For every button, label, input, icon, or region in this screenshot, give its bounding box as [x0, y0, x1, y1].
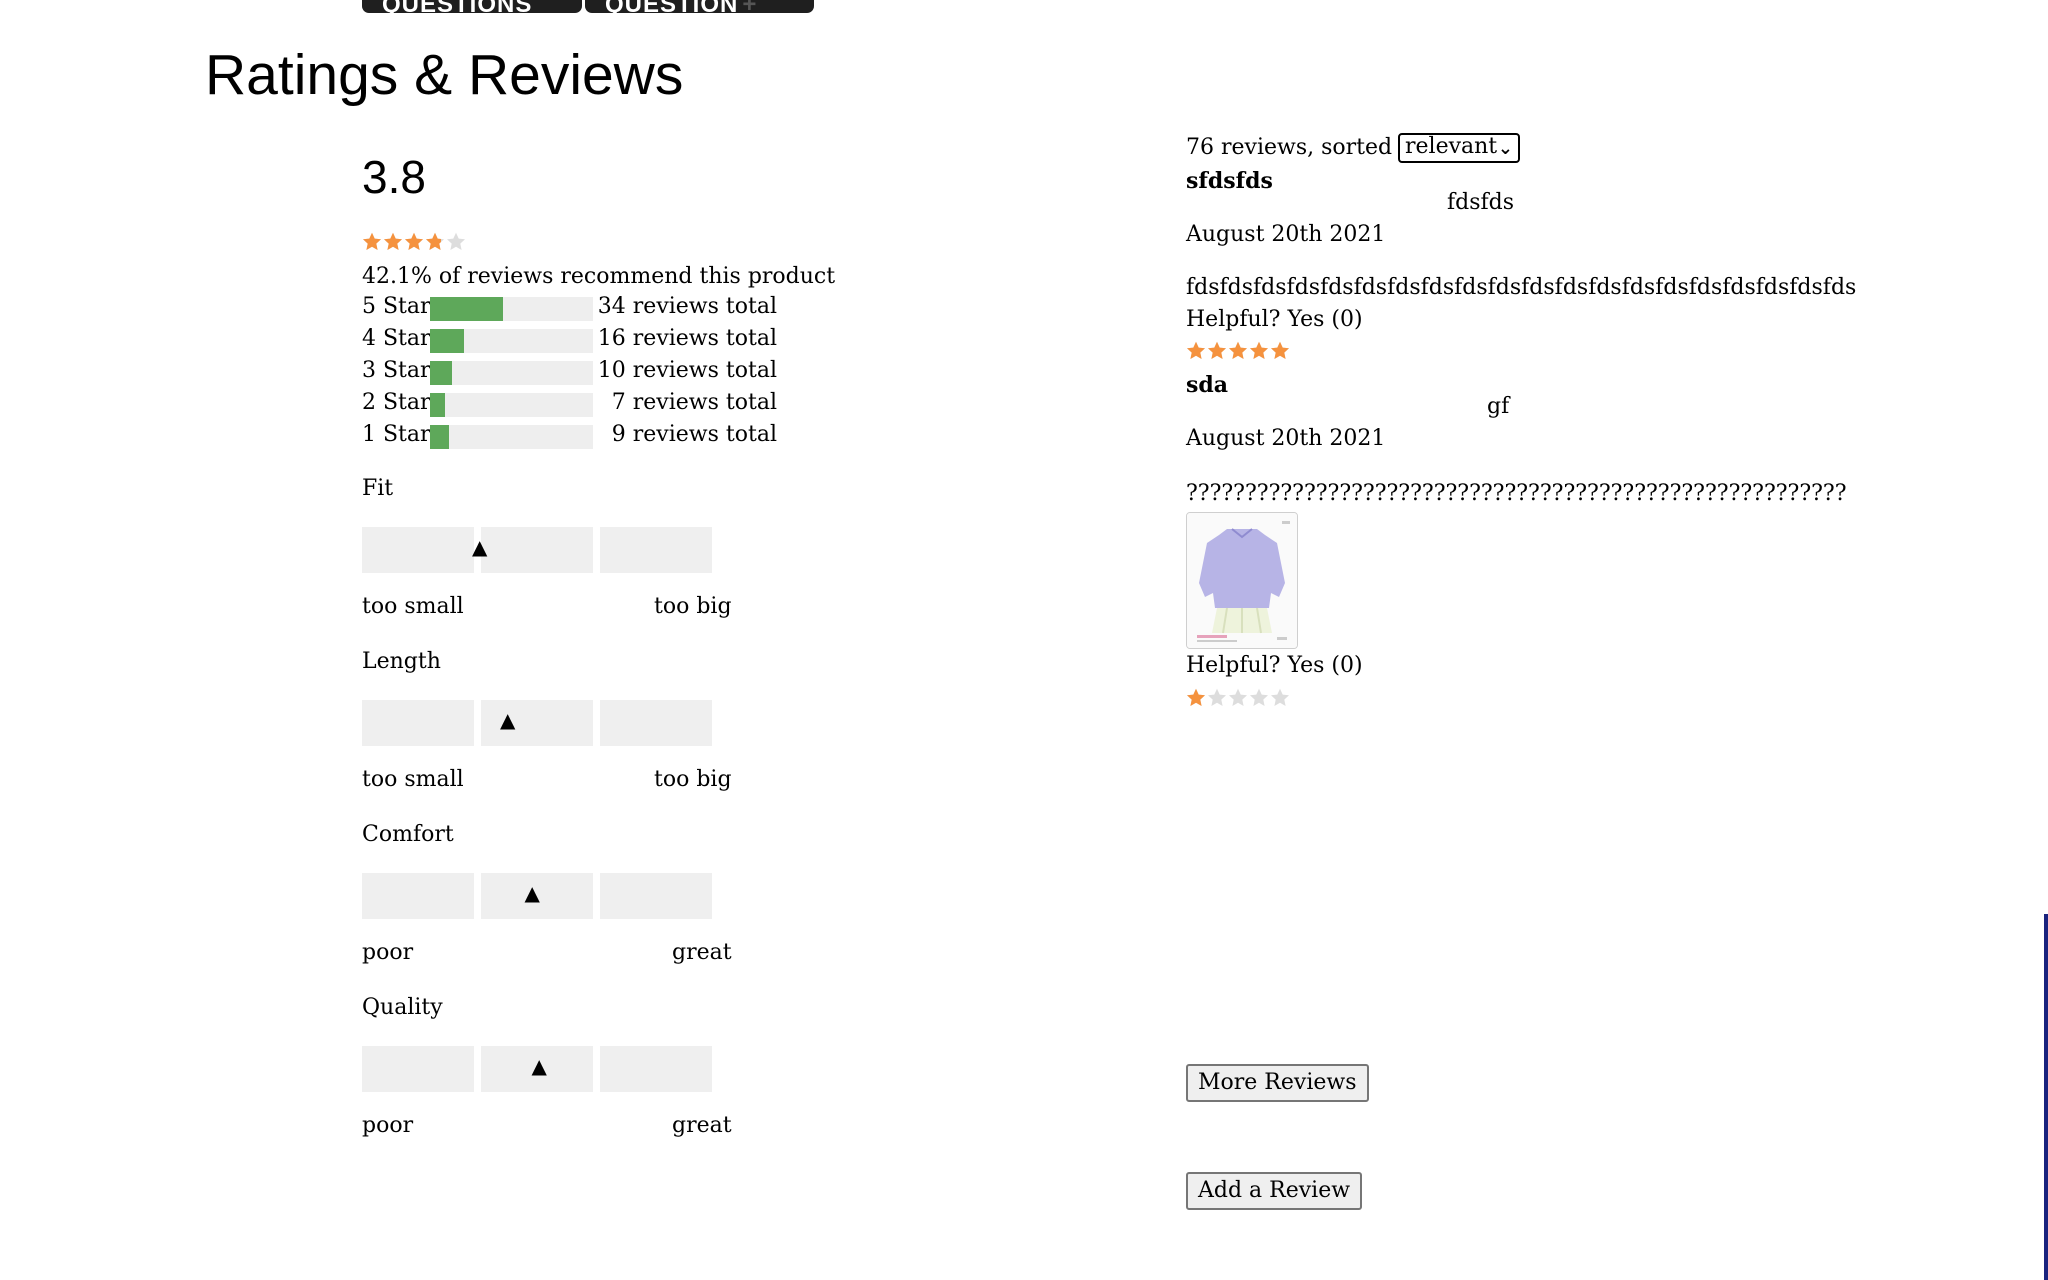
rating-breakdown-row[interactable]: 4 Stars 16 reviews total [362, 326, 777, 353]
triangle-marker-icon: ▲ [531, 1054, 547, 1078]
rating-breakdown-row[interactable]: 1 Stars 9 reviews total [362, 422, 777, 449]
review-stars [1186, 688, 1290, 708]
breakdown-bar-fill [430, 361, 452, 385]
star-icon [446, 232, 466, 252]
scale-segment [362, 1046, 474, 1092]
reviews-count: 76 reviews, sorted by [1186, 135, 1426, 160]
breakdown-bar [430, 393, 593, 417]
characteristic-low-label: poor [362, 940, 414, 965]
characteristic-low-label: too small [362, 594, 464, 619]
breakdown-total: 10 reviews total [597, 358, 777, 383]
scale-segment [600, 527, 712, 573]
scale-segment [362, 527, 474, 573]
add-review-button[interactable]: Add a Review [1186, 1172, 1363, 1210]
characteristic-high-label: great [672, 940, 732, 965]
scale-segment [362, 700, 474, 746]
star-icon [1270, 688, 1290, 708]
review-body: fdsfdsfdsfdsfdsfdsfdsfdsfdsfdsfdsfdsfdsf… [1186, 275, 1857, 300]
add-question-button[interactable]: QUESTION + [585, 0, 814, 13]
section-title: Ratings & Reviews [205, 43, 684, 107]
recommend-text: 42.1% of reviews recommend this product [362, 264, 836, 289]
characteristic-scale: ▲ [362, 1046, 712, 1092]
breakdown-total: 34 reviews total [597, 294, 777, 319]
review-body: ????????????????????????????????????????… [1186, 481, 1847, 506]
sort-select[interactable]: relevant ⌄ [1398, 133, 1520, 163]
breakdown-total: 7 reviews total [611, 390, 777, 415]
characteristic-high-label: too big [654, 594, 732, 619]
jacket-photo [1187, 513, 1297, 648]
questions-button-label: QUESTIONS [382, 0, 532, 13]
star-icon [383, 232, 403, 252]
questions-button[interactable]: QUESTIONS [362, 0, 582, 13]
triangle-marker-icon: ▲ [524, 881, 540, 905]
review-helpful[interactable]: Helpful? Yes (0) [1186, 307, 1363, 333]
review-username: gf [1487, 394, 1510, 419]
breakdown-bar-fill [430, 393, 445, 417]
breakdown-bar [430, 297, 593, 321]
characteristic-label: Length [362, 649, 441, 674]
breakdown-bar-fill [430, 329, 465, 353]
breakdown-bar-fill [430, 425, 450, 449]
breakdown-bar [430, 329, 593, 353]
star-icon [1249, 688, 1269, 708]
star-icon [425, 232, 445, 252]
rating-breakdown-row[interactable]: 3 Stars 10 reviews total [362, 358, 777, 385]
average-stars [362, 232, 466, 252]
scale-segment [600, 873, 712, 919]
breakdown-total: 9 reviews total [611, 422, 777, 447]
breakdown-bar [430, 425, 593, 449]
average-rating: 3.8 [362, 151, 426, 203]
characteristic-high-label: great [672, 1113, 732, 1138]
review-username: fdsfds [1447, 190, 1515, 215]
scale-segment [362, 873, 474, 919]
scrollbar-edge [2044, 914, 2048, 1280]
characteristic-scale: ▲ [362, 527, 712, 573]
star-icon [1270, 341, 1290, 361]
characteristic-label: Comfort [362, 822, 454, 847]
star-icon [404, 232, 424, 252]
triangle-marker-icon: ▲ [500, 708, 516, 732]
review-stars [1186, 341, 1290, 361]
star-icon [1186, 688, 1206, 708]
add-question-button-label: QUESTION [605, 0, 738, 13]
scale-segment [600, 1046, 712, 1092]
breakdown-bar-fill [430, 297, 503, 321]
scale-segment [600, 700, 712, 746]
review-date: August 20th 2021 [1186, 222, 1386, 247]
characteristic-high-label: too big [654, 767, 732, 792]
rating-breakdown-row[interactable]: 5 Stars 34 reviews total [362, 294, 777, 321]
characteristic-label: Quality [362, 995, 443, 1020]
review-photo-thumbnail[interactable] [1186, 512, 1298, 649]
star-icon [1249, 341, 1269, 361]
triangle-marker-icon: ▲ [472, 535, 488, 559]
star-icon [1228, 688, 1248, 708]
breakdown-total: 16 reviews total [597, 326, 777, 351]
scale-segment [481, 700, 593, 746]
characteristic-scale: ▲ [362, 700, 712, 746]
star-icon [1207, 688, 1227, 708]
characteristic-scale: ▲ [362, 873, 712, 919]
more-reviews-button[interactable]: More Reviews [1186, 1064, 1369, 1102]
review-summary: sda [1186, 372, 1229, 398]
scale-segment [481, 527, 593, 573]
star-icon [1228, 341, 1248, 361]
sort-selected-value: relevant [1405, 134, 1498, 159]
review-date: August 20th 2021 [1186, 426, 1386, 451]
breakdown-bar [430, 361, 593, 385]
star-icon [1207, 341, 1227, 361]
rating-breakdown-row[interactable]: 2 Stars 7 reviews total [362, 390, 777, 417]
review-helpful[interactable]: Helpful? Yes (0) [1186, 653, 1363, 679]
star-icon [1186, 341, 1206, 361]
star-icon [362, 232, 382, 252]
characteristic-low-label: poor [362, 1113, 414, 1138]
characteristic-low-label: too small [362, 767, 464, 792]
review-summary: sfdsfds [1186, 168, 1273, 194]
chevron-down-icon: ⌄ [1497, 138, 1513, 159]
characteristic-label: Fit [362, 476, 394, 501]
plus-icon: + [742, 0, 757, 13]
